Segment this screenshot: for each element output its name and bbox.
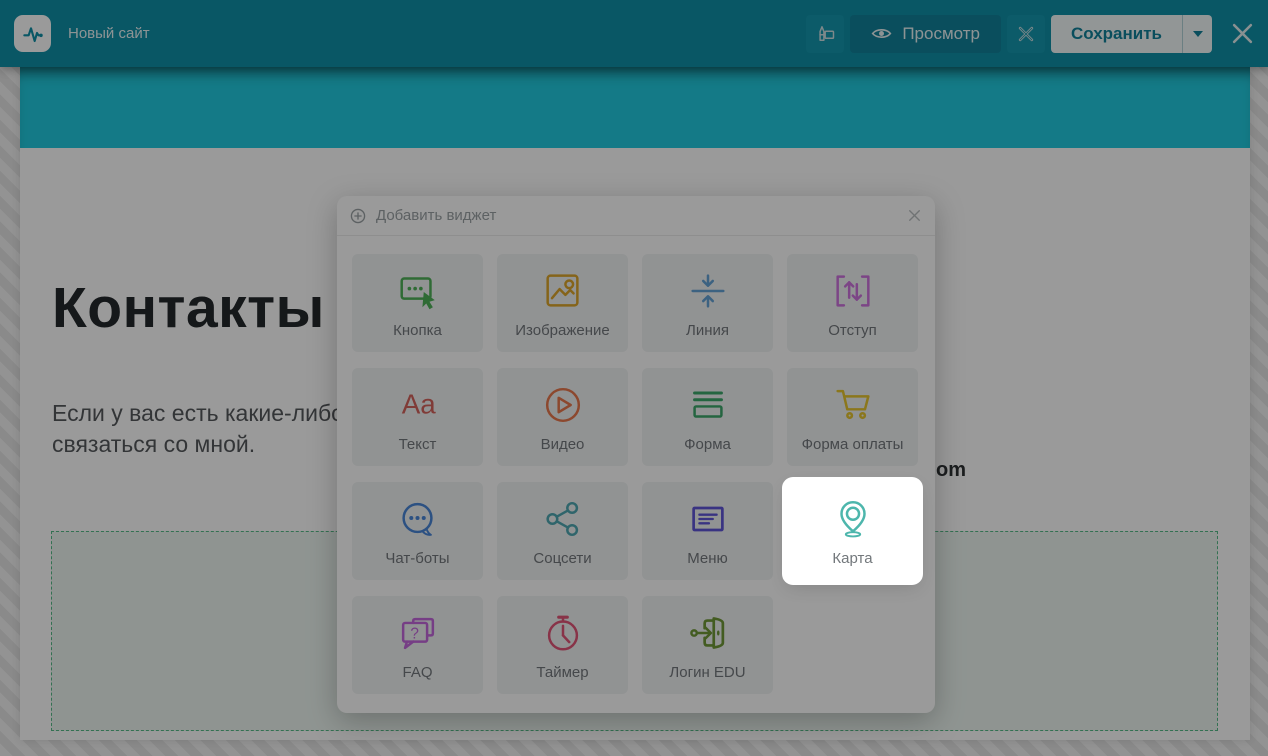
add-widget-modal: Добавить виджет Кнопка Изображение Линия…: [337, 196, 935, 713]
site-header-section: [20, 67, 1250, 148]
widget-tile-timer[interactable]: Таймер: [497, 596, 628, 694]
widget-tile-form[interactable]: Форма: [642, 368, 773, 466]
widget-tile-label: Форма оплаты: [802, 436, 904, 453]
widget-tile-label: Кнопка: [393, 322, 442, 339]
cart-icon: [830, 382, 876, 428]
plus-circle-icon: [350, 208, 366, 224]
editor-topbar: Новый сайт Просмотр Сохранить: [0, 0, 1268, 67]
widget-tile-social[interactable]: Соцсети: [497, 482, 628, 580]
video-play-icon: [540, 382, 586, 428]
pen-pages-icon: [814, 22, 837, 45]
chevron-down-icon: [1193, 31, 1203, 42]
preview-button-label: Просмотр: [902, 24, 980, 44]
share-icon: [540, 496, 586, 542]
close-icon: [1231, 22, 1254, 45]
widget-tile-faq[interactable]: ? FAQ: [352, 596, 483, 694]
form-icon: [685, 382, 731, 428]
widget-tile-image[interactable]: Изображение: [497, 254, 628, 352]
widget-tile-label: Текст: [399, 436, 437, 453]
widget-tile-payment[interactable]: Форма оплаты: [787, 368, 918, 466]
page-paragraph[interactable]: Если у вас есть какие-либо связаться со …: [52, 398, 344, 460]
close-editor-button[interactable]: [1231, 22, 1254, 45]
login-door-icon: [685, 610, 731, 656]
widget-tile-label: Логин EDU: [669, 664, 745, 681]
line-icon: [685, 268, 731, 314]
widget-grid: Кнопка Изображение Линия Отступ Aa Текст…: [337, 236, 935, 714]
save-button-label: Сохранить: [1071, 24, 1162, 44]
spacing-icon: [830, 268, 876, 314]
widget-tile-label: FAQ: [402, 664, 432, 681]
modal-title: Добавить виджет: [376, 207, 496, 224]
page-title[interactable]: Контакты: [52, 275, 325, 341]
widget-tile-map[interactable]: Карта: [787, 482, 918, 580]
widget-tile-label: Соцсети: [533, 550, 591, 567]
button-widget-icon: [395, 268, 441, 314]
app-logo[interactable]: [14, 15, 51, 52]
menu-icon: [685, 496, 731, 542]
faq-icon: ?: [395, 610, 441, 656]
design-pages-button[interactable]: [806, 15, 844, 53]
map-pin-icon: [830, 496, 876, 542]
pulse-icon: [21, 22, 45, 46]
widget-tile-label: Форма: [684, 436, 731, 453]
chat-bubble-icon: [395, 496, 441, 542]
widget-tile-label: Меню: [687, 550, 728, 567]
paragraph-line: Если у вас есть какие-либо: [52, 398, 344, 429]
widget-tile-video[interactable]: Видео: [497, 368, 628, 466]
paragraph-line: связаться со мной.: [52, 429, 344, 460]
svg-text:?: ?: [410, 625, 419, 642]
timer-icon: [540, 610, 586, 656]
save-options-button[interactable]: [1182, 15, 1212, 53]
save-button[interactable]: Сохранить: [1051, 15, 1182, 53]
widget-tile-button[interactable]: Кнопка: [352, 254, 483, 352]
eye-icon: [871, 26, 892, 41]
svg-text:Aa: Aa: [401, 388, 436, 419]
widget-tile-chatbots[interactable]: Чат-боты: [352, 482, 483, 580]
preview-button[interactable]: Просмотр: [850, 15, 1001, 53]
widget-tile-spacing[interactable]: Отступ: [787, 254, 918, 352]
widget-tile-label: Изображение: [515, 322, 610, 339]
save-split-button: Сохранить: [1051, 15, 1212, 53]
site-name: Новый сайт: [68, 25, 150, 42]
image-icon: [540, 268, 586, 314]
modal-header: Добавить виджет: [337, 196, 935, 236]
email-text-fragment[interactable]: om: [936, 459, 966, 482]
widget-tile-text[interactable]: Aa Текст: [352, 368, 483, 466]
widget-tile-label: Чат-боты: [385, 550, 449, 567]
widget-tile-menu[interactable]: Меню: [642, 482, 773, 580]
text-icon: Aa: [395, 382, 441, 428]
widget-tile-label: Линия: [686, 322, 729, 339]
modal-close-button[interactable]: [907, 208, 922, 223]
widget-tile-label: Карта: [832, 550, 872, 567]
design-tools-button[interactable]: [1007, 15, 1045, 53]
widget-tile-label: Видео: [541, 436, 585, 453]
widget-tile-login-edu[interactable]: Логин EDU: [642, 596, 773, 694]
widget-tile-label: Таймер: [536, 664, 588, 681]
crossed-tools-icon: [1015, 23, 1037, 45]
widget-tile-line[interactable]: Линия: [642, 254, 773, 352]
widget-tile-label: Отступ: [828, 322, 877, 339]
close-icon: [907, 208, 922, 223]
